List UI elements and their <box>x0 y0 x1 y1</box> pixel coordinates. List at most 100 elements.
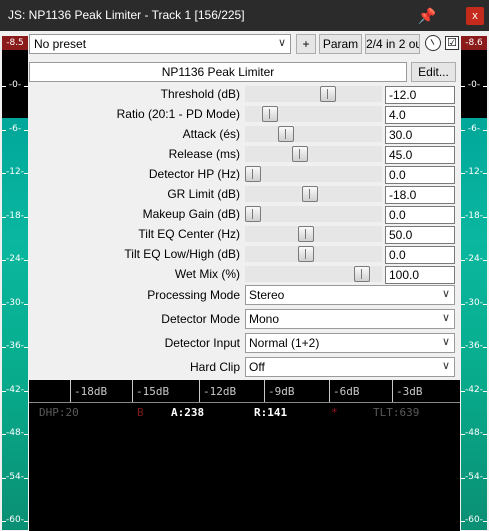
param-value-field[interactable]: 0.0 <box>385 246 455 264</box>
param-slider[interactable] <box>245 126 382 142</box>
title-bar: JS: NP1136 Peak Limiter - Track 1 [156/2… <box>0 0 489 31</box>
add-preset-button[interactable]: + <box>296 34 316 54</box>
param-value-field[interactable]: -18.0 <box>385 186 455 204</box>
scale-tick <box>264 380 265 402</box>
param-value-field[interactable]: 45.0 <box>385 146 455 164</box>
param-label: GR Limit (dB) <box>167 187 240 201</box>
left-level-meter: -8.5 -0- -6- -12- -18- -24- -30- -36- -42- -48- -… <box>2 36 28 530</box>
param-label: Release (ms) <box>168 147 240 161</box>
slider-thumb[interactable] <box>298 246 314 262</box>
right-meter-fill <box>461 118 487 530</box>
slider-thumb[interactable] <box>245 206 261 222</box>
select-label: Processing Mode <box>147 288 240 302</box>
scale-tick <box>329 380 330 402</box>
param-label: Threshold (dB) <box>160 87 240 101</box>
meter-tick-label: -36- <box>461 341 487 351</box>
meter-tick-label: -42- <box>2 385 28 395</box>
edit-button[interactable]: Edit... <box>411 62 456 82</box>
gain-reduction-display: -18dB -15dB -12dB -9dB -6dB -3dB DHP:20 … <box>29 380 460 531</box>
meter-tick-label: -48- <box>461 428 487 438</box>
plugin-name-label: NP1136 Peak Limiter <box>29 62 407 82</box>
param-slider[interactable] <box>245 186 382 202</box>
meter-tick-label: -42- <box>461 385 487 395</box>
scale-label: -12dB <box>203 385 237 398</box>
meter-tick-label: -54- <box>2 472 28 482</box>
meter-tick-label: -0- <box>461 80 487 90</box>
slider-thumb[interactable] <box>320 86 336 102</box>
slider-thumb[interactable] <box>298 226 314 242</box>
param-slider[interactable] <box>245 226 382 242</box>
param-value-field[interactable]: -12.0 <box>385 86 455 104</box>
param-button[interactable]: Param <box>319 34 362 54</box>
slider-thumb[interactable] <box>302 186 318 202</box>
tilt-readout: TLT:639 <box>373 406 420 419</box>
meter-tick-label: -60- <box>2 515 28 525</box>
meter-tick-label: -30- <box>461 298 487 308</box>
release-readout: R:141 <box>254 406 288 419</box>
meter-tick-label: -0- <box>2 80 28 90</box>
param-value-field[interactable]: 0.0 <box>385 206 455 224</box>
b-indicator: B <box>137 406 144 419</box>
mode-select[interactable]: Mono ∨ <box>245 309 455 329</box>
meter-tick-label: -12- <box>2 167 28 177</box>
mode-select[interactable]: Off ∨ <box>245 357 455 377</box>
slider-thumb[interactable] <box>262 106 278 122</box>
param-slider[interactable] <box>245 266 382 282</box>
meter-tick-label: -24- <box>461 254 487 264</box>
meter-tick-label: -60- <box>461 515 487 525</box>
slider-thumb[interactable] <box>292 146 308 162</box>
param-value-field[interactable]: 4.0 <box>385 106 455 124</box>
chevron-down-icon: ∨ <box>441 312 450 324</box>
scale-tick <box>199 380 200 402</box>
param-label: Tilt EQ Low/High (dB) <box>124 247 240 261</box>
select-label: Detector Mode <box>161 312 240 326</box>
select-value: Off <box>249 360 265 374</box>
scale-tick <box>392 380 393 402</box>
meter-tick-label: -12- <box>461 167 487 177</box>
scale-label: -6dB <box>333 385 360 398</box>
param-slider[interactable] <box>245 106 382 122</box>
select-label: Detector Input <box>164 336 240 350</box>
param-slider[interactable] <box>245 246 382 262</box>
enable-checkbox[interactable]: ☑ <box>445 36 459 50</box>
param-label: Makeup Gain (dB) <box>142 207 240 221</box>
param-value-field[interactable]: 50.0 <box>385 226 455 244</box>
slider-thumb[interactable] <box>245 166 261 182</box>
scale-tick <box>132 380 133 402</box>
wet-knob-icon[interactable] <box>425 35 441 51</box>
meter-tick-label: -30- <box>2 298 28 308</box>
preset-select[interactable]: No preset ∨ <box>29 34 291 54</box>
scale-label: -9dB <box>268 385 295 398</box>
param-value-field[interactable]: 100.0 <box>385 266 455 284</box>
attack-readout: A:238 <box>171 406 205 419</box>
param-label: Wet Mix (%) <box>174 267 240 281</box>
param-value-field[interactable]: 0.0 <box>385 166 455 184</box>
select-value: Mono <box>249 312 280 326</box>
param-label: Ratio (20:1 - PD Mode) <box>116 107 240 121</box>
mode-select[interactable]: Normal (1+2) ∨ <box>245 333 455 353</box>
meter-tick-label: -6- <box>2 124 28 134</box>
param-slider[interactable] <box>245 146 382 162</box>
param-slider[interactable] <box>245 166 382 182</box>
param-value-field[interactable]: 30.0 <box>385 126 455 144</box>
chevron-down-icon: ∨ <box>441 336 450 348</box>
param-slider[interactable] <box>245 206 382 222</box>
param-slider[interactable] <box>245 86 382 102</box>
select-label: Hard Clip <box>189 360 240 374</box>
left-meter-fill <box>2 118 28 530</box>
slider-thumb[interactable] <box>354 266 370 282</box>
pin-icon[interactable]: 📌 <box>412 2 442 29</box>
mode-select[interactable]: Stereo ∨ <box>245 285 455 305</box>
meter-tick-label: -18- <box>461 211 487 221</box>
io-routing-button[interactable]: 2/4 in 2 ou <box>365 34 420 54</box>
chevron-down-icon: ∨ <box>277 37 286 49</box>
window-title: JS: NP1136 Peak Limiter - Track 1 [156/2… <box>8 8 245 22</box>
meter-tick-label: -54- <box>461 472 487 482</box>
select-value: Stereo <box>249 288 285 302</box>
scale-label: -18dB <box>74 385 108 398</box>
close-button[interactable]: x <box>466 7 484 25</box>
dhp-readout: DHP:20 <box>39 406 79 419</box>
meter-tick-label: -48- <box>2 428 28 438</box>
slider-thumb[interactable] <box>278 126 294 142</box>
clip-indicator: * <box>331 406 338 419</box>
